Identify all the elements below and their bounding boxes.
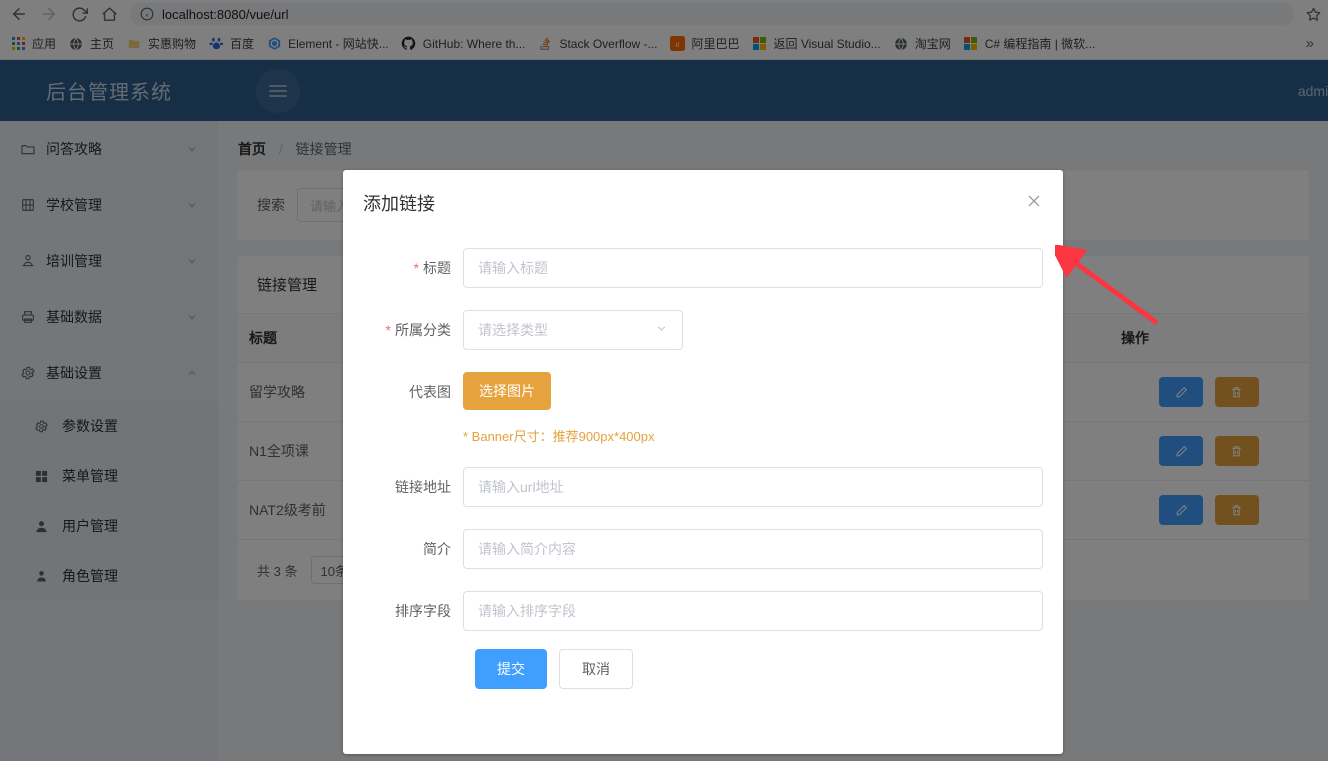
dialog-body: * 标题 请输入标题 * 所属分类 请选择类型 代表图 选择图片 * Banne… (343, 226, 1063, 689)
form-control-sort: 请输入排序字段 (463, 591, 1043, 631)
dialog-header: 添加链接 (343, 170, 1063, 226)
cancel-button[interactable]: 取消 (559, 649, 633, 689)
label-text: 简介 (423, 541, 451, 557)
form-row-description: 简介 请输入简介内容 (363, 529, 1043, 569)
label-text: 所属分类 (395, 322, 451, 338)
form-row-category: * 所属分类 请选择类型 (363, 310, 1043, 350)
label-text: 标题 (423, 260, 451, 276)
form-label-description: 简介 (363, 529, 463, 569)
form-row-sort: 排序字段 请输入排序字段 (363, 591, 1043, 631)
form-control-category: 请选择类型 (463, 310, 1043, 350)
form-label-sort: 排序字段 (363, 591, 463, 631)
label-text: 代表图 (409, 384, 451, 400)
form-control-title: 请输入标题 (463, 248, 1043, 288)
label-text: 链接地址 (395, 479, 451, 495)
form-control-description: 请输入简介内容 (463, 529, 1043, 569)
select-image-button[interactable]: 选择图片 (463, 372, 551, 410)
add-link-dialog: 添加链接 * 标题 请输入标题 * 所属分类 请选择类型 代表图 选择图片 * … (343, 170, 1063, 754)
form-control-cover-image: 选择图片 * Banner尺寸：推荐900px*400px (463, 372, 1043, 445)
sort-input[interactable]: 请输入排序字段 (463, 591, 1043, 631)
required-marker: * (413, 260, 419, 276)
title-input[interactable]: 请输入标题 (463, 248, 1043, 288)
form-control-url: 请输入url地址 (463, 467, 1043, 507)
category-select[interactable]: 请选择类型 (463, 310, 683, 350)
chevron-down-icon (655, 322, 668, 338)
category-select-value: 请选择类型 (478, 322, 548, 338)
form-row-title: * 标题 请输入标题 (363, 248, 1043, 288)
form-label-title: * 标题 (363, 248, 463, 288)
dialog-actions: 提交 取消 (363, 649, 1043, 689)
url-input[interactable]: 请输入url地址 (463, 467, 1043, 507)
close-icon[interactable] (1025, 192, 1043, 210)
dialog-title: 添加链接 (363, 194, 435, 214)
form-label-cover-image: 代表图 (363, 372, 463, 412)
label-text: 排序字段 (395, 603, 451, 619)
submit-button[interactable]: 提交 (475, 649, 547, 689)
required-marker: * (385, 322, 391, 338)
form-label-url: 链接地址 (363, 467, 463, 507)
banner-size-hint: * Banner尺寸：推荐900px*400px (463, 429, 655, 444)
description-input[interactable]: 请输入简介内容 (463, 529, 1043, 569)
form-row-url: 链接地址 请输入url地址 (363, 467, 1043, 507)
form-label-category: * 所属分类 (363, 310, 463, 350)
form-row-cover-image: 代表图 选择图片 * Banner尺寸：推荐900px*400px (363, 372, 1043, 445)
